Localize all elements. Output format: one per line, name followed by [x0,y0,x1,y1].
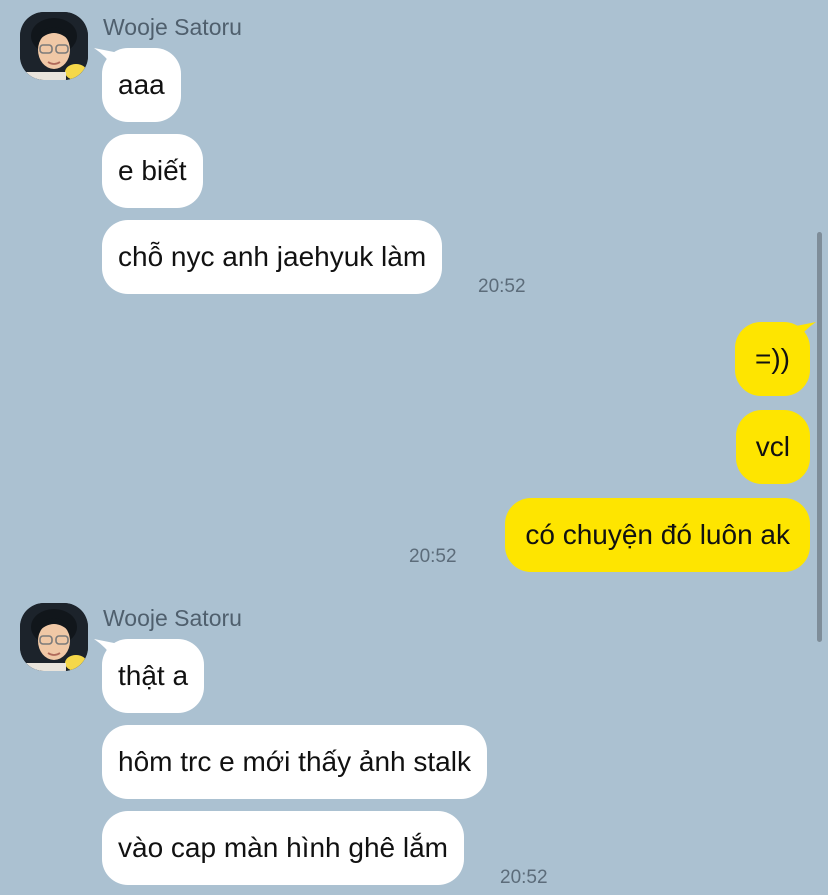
scrollbar-thumb[interactable] [817,232,822,642]
outgoing-message-bubble[interactable]: =)) [735,322,810,396]
message-timestamp: 20:52 [500,867,548,888]
chat-message-list[interactable]: Wooje Satoru aaa e biết chỗ nyc anh jaeh… [0,0,828,895]
sender-name: Wooje Satoru [103,14,242,40]
incoming-message-bubble[interactable]: aaa [102,48,181,122]
incoming-message-bubble[interactable]: vào cap màn hình ghê lắm [102,811,464,885]
profile-photo-icon [20,12,88,80]
incoming-message-bubble[interactable]: thật a [102,639,205,713]
message-timestamp: 20:52 [409,546,457,567]
outgoing-message-bubble[interactable]: vcl [735,410,810,484]
sender-avatar[interactable] [20,603,88,671]
incoming-message-bubble[interactable]: chỗ nyc anh jaehyuk làm [102,220,443,294]
incoming-message-bubble[interactable]: e biết [102,134,203,208]
outgoing-message-bubble[interactable]: có chuyện đó luôn ak [505,498,810,572]
sender-avatar[interactable] [20,12,88,80]
profile-photo-icon [20,603,88,671]
incoming-message-bubble[interactable]: hôm trc e mới thấy ảnh stalk [102,725,487,799]
sender-name: Wooje Satoru [103,605,242,631]
message-timestamp: 20:52 [478,276,526,297]
